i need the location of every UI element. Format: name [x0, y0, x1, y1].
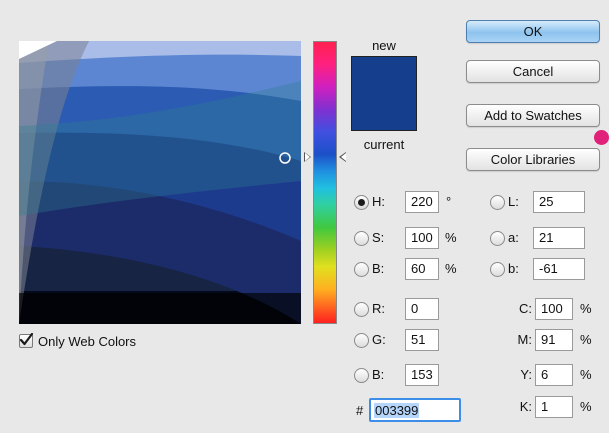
color-field[interactable]	[19, 41, 301, 324]
b-label: B:	[372, 261, 385, 276]
rgb-b-radio[interactable]	[354, 368, 369, 383]
c-label: C:	[519, 301, 532, 316]
s-label: S:	[372, 230, 385, 245]
r-field[interactable]: 0	[405, 298, 439, 320]
lab-b-label: b:	[508, 261, 519, 276]
b-radio[interactable]	[354, 262, 369, 277]
a-label: a:	[508, 230, 519, 245]
current-label: current	[363, 137, 405, 152]
hex-field[interactable]: 003399	[369, 398, 461, 422]
h-field[interactable]: 220	[405, 191, 439, 213]
g-label: G:	[372, 332, 386, 347]
lab-b-radio[interactable]	[490, 262, 505, 277]
h-label: H:	[372, 194, 385, 209]
only-web-colors-checkbox[interactable]	[19, 333, 33, 348]
c-unit: %	[580, 301, 592, 316]
g-radio[interactable]	[354, 333, 369, 348]
ok-button[interactable]: OK	[466, 20, 600, 43]
g-field[interactable]: 51	[405, 329, 439, 351]
s-field[interactable]: 100	[405, 227, 439, 249]
s-radio[interactable]	[354, 231, 369, 246]
a-field[interactable]: 21	[533, 227, 585, 249]
k-label: K:	[519, 399, 532, 414]
new-color-swatch	[351, 56, 417, 131]
a-radio[interactable]	[490, 231, 505, 246]
c-field[interactable]: 100	[535, 298, 573, 320]
y-field[interactable]: 6	[535, 364, 573, 386]
color-libraries-button[interactable]: Color Libraries	[466, 148, 600, 171]
r-radio[interactable]	[354, 302, 369, 317]
b-field[interactable]: 60	[405, 258, 439, 280]
s-unit: %	[445, 230, 457, 245]
k-field[interactable]: 1	[535, 396, 573, 418]
lab-b-field[interactable]: -61	[533, 258, 585, 280]
m-label: M:	[517, 332, 532, 347]
k-unit: %	[580, 399, 592, 414]
hue-slider[interactable]	[313, 41, 337, 324]
rgb-b-label: B:	[372, 367, 385, 382]
r-label: R:	[372, 301, 385, 316]
m-field[interactable]: 91	[535, 329, 573, 351]
h-radio[interactable]	[354, 195, 369, 210]
only-web-colors-label: Only Web Colors	[38, 334, 137, 349]
h-unit: °	[446, 194, 452, 209]
hex-label: #	[356, 403, 364, 418]
add-to-swatches-button[interactable]: Add to Swatches	[466, 104, 600, 127]
m-unit: %	[580, 332, 592, 347]
l-label: L:	[508, 194, 519, 209]
b-unit: %	[445, 261, 457, 276]
hex-value: 003399	[374, 403, 420, 418]
y-unit: %	[580, 367, 592, 382]
rgb-b-field[interactable]: 153	[405, 364, 439, 386]
new-label: new	[372, 38, 396, 53]
cursor-pointer-indicator	[594, 130, 609, 145]
l-radio[interactable]	[490, 195, 505, 210]
cancel-button[interactable]: Cancel	[466, 60, 600, 83]
l-field[interactable]: 25	[533, 191, 585, 213]
y-label: Y:	[520, 367, 532, 382]
checkmark-icon	[19, 333, 33, 346]
